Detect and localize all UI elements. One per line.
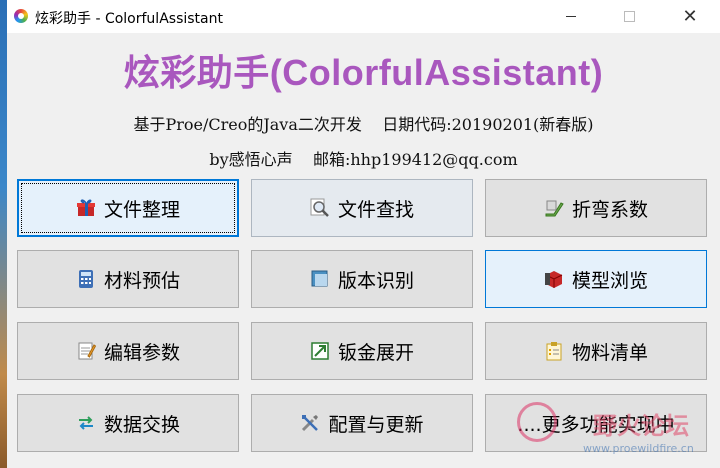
button-label: 钣金展开 <box>337 341 414 364</box>
unfold-arrow-icon <box>310 341 330 361</box>
material-estimate-button[interactable]: 材料预估 <box>17 250 239 308</box>
exchange-arrows-icon <box>76 413 96 433</box>
model-browse-button[interactable]: 模型浏览 <box>485 250 707 308</box>
bom-button[interactable]: 物料清单 <box>485 322 707 380</box>
button-label: 材料预估 <box>103 269 180 292</box>
button-label: ....更多功能实现中 <box>517 413 675 436</box>
data-exchange-button[interactable]: 数据交换 <box>17 394 239 452</box>
calculator-icon <box>76 269 96 289</box>
file-organize-button[interactable]: 文件整理 <box>17 179 239 237</box>
tools-icon <box>300 413 320 433</box>
file-search-button[interactable]: 文件查找 <box>251 179 473 237</box>
config-update-button[interactable]: 配置与更新 <box>251 394 473 452</box>
app-title: 炫彩助手(ColorfulAssistant) <box>123 52 604 93</box>
clipboard-list-icon <box>544 341 564 361</box>
button-label: 配置与更新 <box>328 413 424 436</box>
info-line-author: by感悟心声 邮箱:hhp199412@qq.com <box>209 150 518 169</box>
button-label: 模型浏览 <box>571 269 648 292</box>
title-bar[interactable]: 炫彩助手 - ColorfulAssistant ✕ <box>7 0 720 33</box>
app-window: 炫彩助手 - ColorfulAssistant ✕ 炫彩助手(Colorful… <box>7 0 720 468</box>
maximize-button[interactable] <box>606 0 652 33</box>
button-label: 物料清单 <box>571 341 648 364</box>
version-square-icon <box>310 269 330 289</box>
sheet-bend-icon <box>544 198 564 218</box>
sheetmetal-unfold-button[interactable]: 钣金展开 <box>251 322 473 380</box>
minimize-icon <box>566 16 576 17</box>
button-label: 版本识别 <box>337 269 414 292</box>
maximize-icon <box>623 11 635 22</box>
magnifier-icon <box>310 198 330 218</box>
button-label: 编辑参数 <box>103 341 180 364</box>
window-title: 炫彩助手 - ColorfulAssistant <box>35 11 223 27</box>
minimize-button[interactable] <box>548 0 594 33</box>
close-icon: ✕ <box>682 6 698 27</box>
version-identify-button[interactable]: 版本识别 <box>251 250 473 308</box>
red-cube-icon <box>544 269 564 289</box>
button-label: 数据交换 <box>103 413 180 436</box>
close-button[interactable]: ✕ <box>667 0 713 33</box>
button-label: 折弯系数 <box>571 198 648 221</box>
info-line-dev: 基于Proe/Creo的Java二次开发 日期代码:20190201(新春版) <box>133 115 594 134</box>
more-features-button[interactable]: ....更多功能实现中 <box>485 394 707 452</box>
button-label: 文件查找 <box>337 198 414 221</box>
edit-parameters-button[interactable]: 编辑参数 <box>17 322 239 380</box>
notepad-icon <box>76 341 97 361</box>
desktop-background <box>0 0 7 468</box>
bend-factor-button[interactable]: 折弯系数 <box>485 179 707 237</box>
button-label: 文件整理 <box>103 198 180 221</box>
app-logo-icon <box>14 9 28 23</box>
gift-box-icon <box>76 198 96 218</box>
